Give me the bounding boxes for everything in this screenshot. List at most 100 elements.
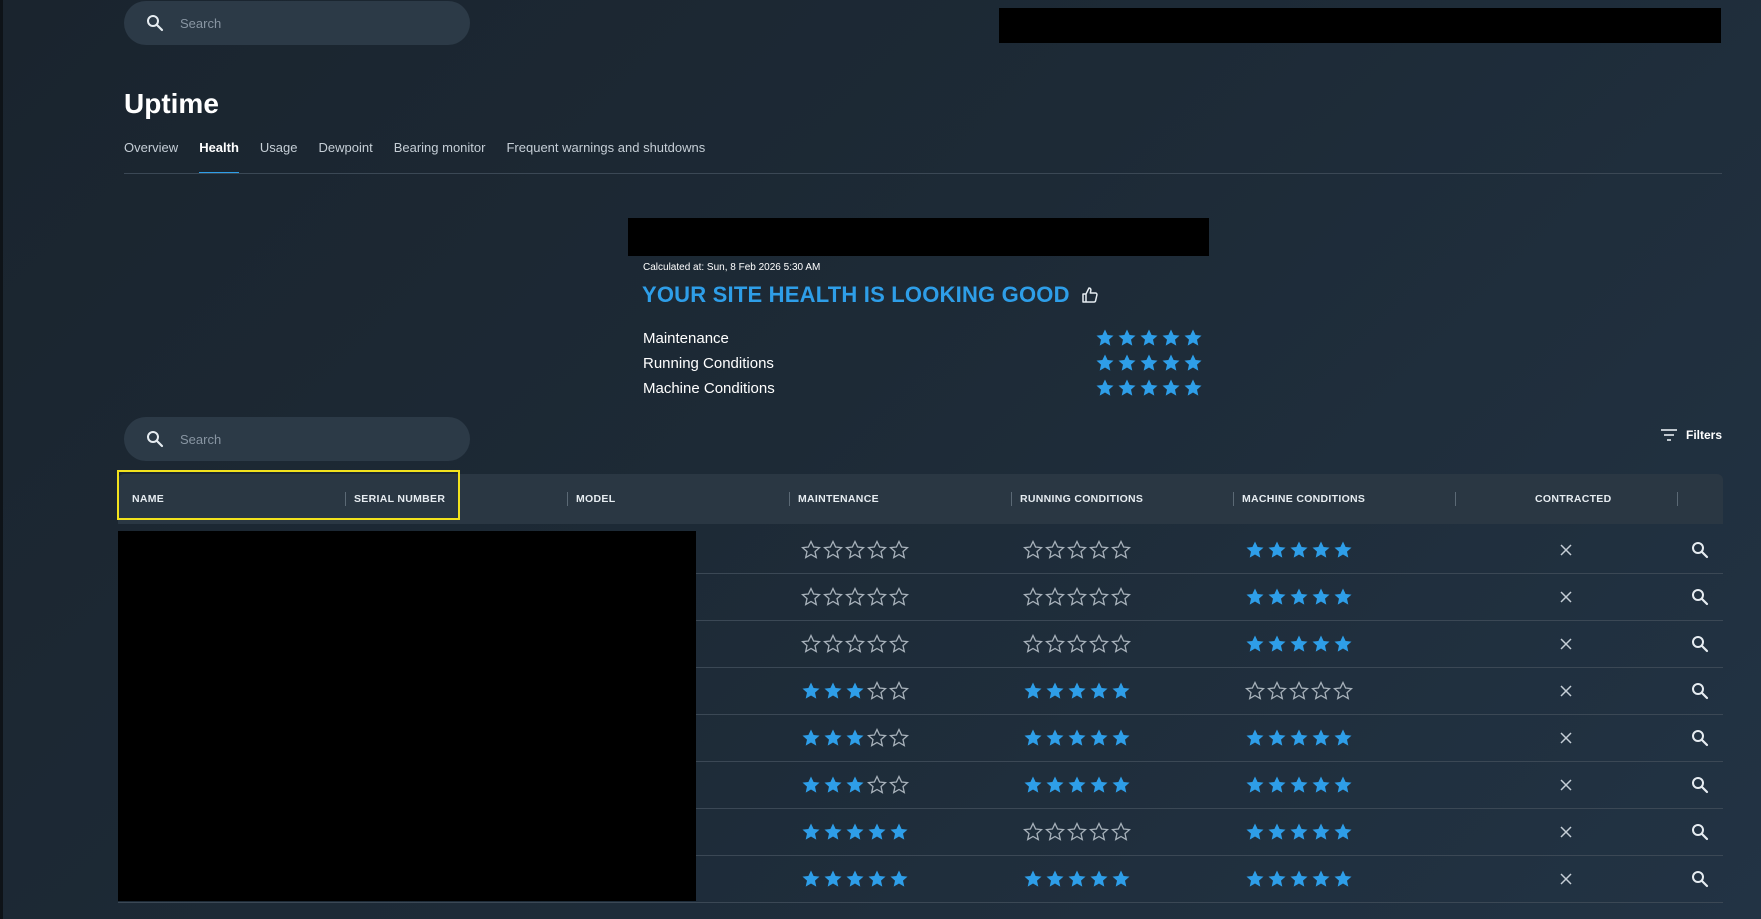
star-filled-icon	[1246, 776, 1264, 793]
star-empty-icon	[1089, 587, 1109, 606]
thumbs-up-icon	[1080, 285, 1100, 305]
star-empty-icon	[845, 540, 865, 559]
star-filled-icon	[824, 870, 842, 887]
star-filled-icon	[868, 870, 886, 887]
column-header-contracted[interactable]: CONTRACTED	[1535, 474, 1612, 524]
star-filled-icon	[1290, 729, 1308, 746]
star-empty-icon	[867, 634, 887, 653]
view-details-search-icon[interactable]	[1691, 682, 1709, 700]
filter-icon	[1660, 428, 1678, 442]
running-conditions-rating	[1023, 634, 1131, 654]
star-filled-icon	[1118, 329, 1136, 346]
star-filled-icon	[1268, 541, 1286, 558]
star-filled-icon	[1068, 729, 1086, 746]
star-empty-icon	[889, 681, 909, 700]
star-filled-icon	[1246, 588, 1264, 605]
redacted-area	[628, 218, 1209, 256]
star-filled-icon	[868, 823, 886, 840]
column-divider[interactable]	[567, 492, 568, 506]
star-filled-icon	[1312, 776, 1330, 793]
running-conditions-rating	[1023, 540, 1131, 560]
close-icon	[1560, 591, 1572, 603]
star-empty-icon	[1023, 540, 1043, 559]
view-details-search-icon[interactable]	[1691, 823, 1709, 841]
star-empty-icon	[823, 587, 843, 606]
maintenance-rating	[801, 634, 909, 654]
star-filled-icon	[1312, 588, 1330, 605]
maintenance-rating	[801, 681, 909, 701]
view-details-search-icon[interactable]	[1691, 870, 1709, 888]
star-filled-icon	[846, 823, 864, 840]
star-filled-icon	[1290, 588, 1308, 605]
running-conditions-rating	[1023, 728, 1131, 748]
star-filled-icon	[802, 870, 820, 887]
star-empty-icon	[1045, 634, 1065, 653]
column-header-maintenance[interactable]: MAINTENANCE	[798, 474, 879, 524]
column-header-model[interactable]: MODEL	[576, 474, 615, 524]
star-filled-icon	[1246, 541, 1264, 558]
star-filled-icon	[1024, 682, 1042, 699]
star-empty-icon	[867, 681, 887, 700]
tab-health[interactable]: Health	[199, 140, 239, 174]
column-divider[interactable]	[1011, 492, 1012, 506]
running-conditions-rating	[1023, 775, 1131, 795]
column-divider[interactable]	[1677, 492, 1678, 506]
column-divider[interactable]	[789, 492, 790, 506]
maintenance-rating	[801, 822, 909, 842]
tab-bearing-monitor[interactable]: Bearing monitor	[394, 140, 486, 174]
star-filled-icon	[1290, 635, 1308, 652]
star-empty-icon	[1245, 681, 1265, 700]
view-details-search-icon[interactable]	[1691, 635, 1709, 653]
tab-overview[interactable]: Overview	[124, 140, 178, 174]
machine-conditions-rating	[1245, 587, 1353, 607]
star-filled-icon	[1334, 729, 1352, 746]
top-search-input[interactable]	[180, 15, 440, 31]
star-empty-icon	[1067, 634, 1087, 653]
redacted-area	[999, 8, 1721, 43]
tab-frequent-warnings[interactable]: Frequent warnings and shutdowns	[506, 140, 705, 174]
star-filled-icon	[1046, 870, 1064, 887]
close-icon	[1560, 685, 1572, 697]
running-conditions-rating	[1023, 822, 1131, 842]
maintenance-rating	[801, 587, 909, 607]
star-filled-icon	[1024, 729, 1042, 746]
table-search-bar[interactable]	[124, 417, 470, 461]
star-filled-icon	[1268, 588, 1286, 605]
star-filled-icon	[1184, 354, 1202, 371]
star-filled-icon	[1162, 354, 1180, 371]
star-empty-icon	[867, 775, 887, 794]
star-empty-icon	[1267, 681, 1287, 700]
machine-conditions-rating	[1245, 728, 1353, 748]
star-filled-icon	[1268, 635, 1286, 652]
column-divider[interactable]	[1233, 492, 1234, 506]
star-filled-icon	[1096, 379, 1114, 396]
view-details-search-icon[interactable]	[1691, 541, 1709, 559]
tab-usage[interactable]: Usage	[260, 140, 298, 174]
app-root: Uptime Overview Health Usage Dewpoint Be…	[0, 0, 1761, 919]
maintenance-rating	[801, 775, 909, 795]
star-filled-icon	[824, 729, 842, 746]
machine-conditions-rating	[1245, 540, 1353, 560]
column-header-machine-conditions[interactable]: MACHINE CONDITIONS	[1242, 474, 1365, 524]
rating-label: Maintenance	[643, 329, 729, 347]
rating-label: Running Conditions	[643, 354, 774, 372]
star-filled-icon	[1334, 823, 1352, 840]
filters-button[interactable]: Filters	[1660, 428, 1722, 442]
table-search-input[interactable]	[180, 431, 440, 447]
star-empty-icon	[845, 634, 865, 653]
tab-dewpoint[interactable]: Dewpoint	[319, 140, 373, 174]
view-details-search-icon[interactable]	[1691, 588, 1709, 606]
star-filled-icon	[1046, 682, 1064, 699]
column-divider[interactable]	[1455, 492, 1456, 506]
view-details-search-icon[interactable]	[1691, 729, 1709, 747]
view-details-search-icon[interactable]	[1691, 776, 1709, 794]
star-filled-icon	[824, 776, 842, 793]
star-filled-icon	[1312, 635, 1330, 652]
star-filled-icon	[1090, 870, 1108, 887]
highlight-annotation	[117, 470, 460, 520]
column-header-running-conditions[interactable]: RUNNING CONDITIONS	[1020, 474, 1143, 524]
star-filled-icon	[1024, 870, 1042, 887]
summary-rating-machine-conditions: Machine Conditions	[643, 377, 1203, 399]
top-search-bar[interactable]	[124, 1, 470, 45]
star-filled-icon	[802, 729, 820, 746]
